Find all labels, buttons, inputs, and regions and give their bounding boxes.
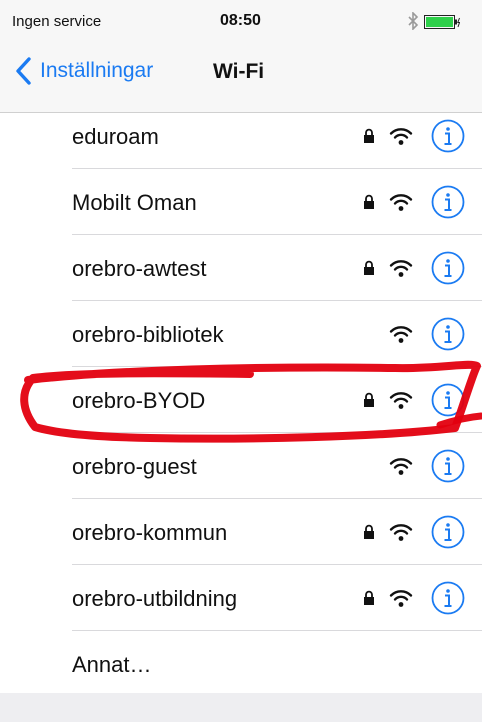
network-row-mobilt-oman[interactable]: Mobilt Oman [0,169,482,235]
navigation-bar: Inställningar Wi-Fi [0,40,482,112]
status-bar: Ingen service 08:50 [0,0,482,40]
other-network-label: Annat… [72,652,152,677]
chevron-left-icon [16,57,31,85]
info-icon[interactable] [431,449,465,483]
network-row-eduroam[interactable]: eduroam [0,103,482,169]
network-name: orebro-guest [72,454,197,479]
lock-icon [364,590,374,605]
battery-icon [424,15,460,29]
back-button[interactable]: Inställningar [14,56,153,86]
network-row-orebro-kommun[interactable]: orebro-kommun [0,499,482,565]
info-icon[interactable] [431,185,465,219]
section-footer [0,693,482,722]
network-row-orebro-byod[interactable]: orebro-BYOD [0,367,482,433]
lock-icon [364,392,374,407]
info-icon[interactable] [431,581,465,615]
wifi-icon [389,326,413,343]
wifi-icon [389,128,413,145]
wifi-icon [389,392,413,409]
page-title: Wi-Fi [213,60,265,83]
network-name: orebro-utbildning [72,586,238,611]
lock-icon [364,524,374,539]
other-network-row[interactable]: Annat… [0,631,482,697]
network-row-orebro-utbildning[interactable]: orebro-utbildning [0,565,482,631]
lock-icon [364,194,374,209]
network-row-orebro-guest[interactable]: orebro-guest [0,433,482,499]
wifi-icon [389,458,413,475]
info-icon[interactable] [431,251,465,285]
info-icon[interactable] [431,515,465,549]
network-name: orebro-kommun [72,520,228,545]
bluetooth-icon [408,12,419,30]
lock-icon [364,128,374,143]
wifi-icon [389,260,413,277]
network-name: eduroam [72,124,159,149]
info-icon[interactable] [431,317,465,351]
network-row-orebro-awtest[interactable]: orebro-awtest [0,235,482,301]
network-name: Mobilt Oman [72,190,197,215]
back-label: Inställningar [40,59,154,82]
network-row-orebro-bibliotek[interactable]: orebro-bibliotek [0,301,482,367]
top-bar: Ingen service 08:50 Inställningar Wi-Fi [0,0,482,113]
carrier-label: Ingen service [12,13,102,30]
info-icon[interactable] [431,383,465,417]
wifi-icon [389,194,413,211]
info-icon[interactable] [431,119,465,153]
network-name: orebro-awtest [72,256,207,281]
clock: 08:50 [220,12,261,29]
wifi-icon [389,590,413,607]
network-list: eduroam Mobilt Oman orebro-awtest orebro… [0,103,482,697]
lock-icon [364,260,374,275]
network-name: orebro-bibliotek [72,322,224,347]
network-name: orebro-BYOD [72,388,206,413]
wifi-icon [389,524,413,541]
